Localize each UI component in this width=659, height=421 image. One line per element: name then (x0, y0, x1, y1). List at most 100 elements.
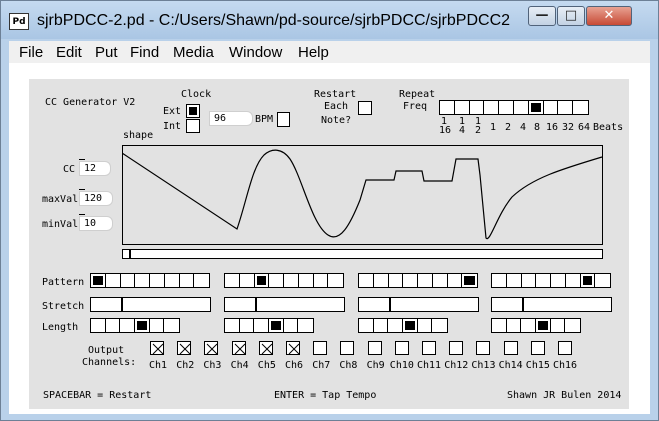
bpm-number-box[interactable]: 96 (209, 111, 253, 126)
length-cell[interactable] (359, 319, 374, 332)
length-cell[interactable] (536, 319, 551, 332)
maxval-number-box[interactable]: 120 (79, 189, 113, 206)
pattern-cell[interactable] (225, 274, 240, 287)
repeat-freq-cell[interactable] (514, 101, 529, 114)
length-radio-4[interactable] (491, 318, 581, 333)
pattern-cell[interactable] (374, 274, 389, 287)
length-cell[interactable] (269, 319, 284, 332)
length-radio-3[interactable] (358, 318, 448, 333)
pattern-cell[interactable] (492, 274, 507, 287)
repeat-freq-cell[interactable] (470, 101, 485, 114)
length-cell[interactable] (374, 319, 389, 332)
pattern-cell[interactable] (165, 274, 180, 287)
repeat-freq-cell[interactable] (558, 101, 574, 114)
length-cell[interactable] (120, 319, 135, 332)
length-cell[interactable] (284, 319, 299, 332)
pattern-radio-2[interactable] (224, 273, 344, 288)
pattern-cell[interactable] (299, 274, 314, 287)
length-cell[interactable] (551, 319, 566, 332)
channel-toggle-8[interactable] (340, 341, 355, 355)
repeat-freq-cell[interactable] (455, 101, 470, 114)
channel-toggle-13[interactable] (476, 341, 491, 355)
stretch-slider-2[interactable] (224, 297, 345, 312)
channel-toggle-14[interactable] (503, 341, 518, 355)
pattern-cell[interactable] (389, 274, 404, 287)
title-bar[interactable]: Pd sjrbPDCC-2.pd - C:/Users/Shawn/pd-sou… (1, 1, 658, 39)
channel-toggle-12[interactable] (449, 341, 464, 355)
length-cell[interactable] (388, 319, 403, 332)
pattern-cell[interactable] (314, 274, 329, 287)
length-radio-2[interactable] (224, 318, 314, 333)
close-button[interactable]: ✕ (586, 6, 632, 26)
repeat-freq-cell[interactable] (544, 101, 559, 114)
menu-edit[interactable]: Edit (56, 44, 82, 61)
length-cell[interactable] (135, 319, 150, 332)
pattern-cell[interactable] (135, 274, 150, 287)
stretch-slider-4[interactable] (491, 297, 612, 312)
pattern-cell[interactable] (507, 274, 522, 287)
length-cell[interactable] (507, 319, 522, 332)
channel-toggle-10[interactable] (394, 341, 409, 355)
repeat-freq-cell[interactable] (529, 101, 544, 114)
pattern-cell[interactable] (551, 274, 566, 287)
restart-each-note-toggle[interactable] (358, 101, 372, 115)
pattern-cell[interactable] (269, 274, 284, 287)
pattern-cell[interactable] (448, 274, 463, 287)
channel-toggle-6[interactable] (286, 341, 300, 355)
menu-window[interactable]: Window (229, 44, 282, 61)
channel-toggle-3[interactable] (204, 341, 219, 355)
length-cell[interactable] (418, 319, 433, 332)
pattern-cell[interactable] (194, 274, 209, 287)
repeat-freq-cell[interactable] (484, 101, 500, 114)
stretch-slider-1[interactable] (90, 297, 211, 312)
length-cell[interactable] (492, 319, 507, 332)
channel-toggle-15[interactable] (530, 341, 545, 355)
length-cell[interactable] (240, 319, 255, 332)
pattern-cell[interactable] (284, 274, 299, 287)
length-cell[interactable] (403, 319, 418, 332)
minval-number-box[interactable]: 10 (79, 214, 113, 231)
pattern-cell[interactable] (433, 274, 448, 287)
menu-find[interactable]: Find (130, 44, 159, 61)
channel-toggle-1[interactable] (150, 341, 164, 355)
pattern-cell[interactable] (240, 274, 255, 287)
menu-file[interactable]: File (19, 44, 43, 61)
pattern-cell[interactable] (522, 274, 537, 287)
shape-array-graph[interactable] (122, 145, 603, 245)
pattern-cell[interactable] (180, 274, 195, 287)
channel-toggle-16[interactable] (558, 341, 572, 355)
length-cell[interactable] (150, 319, 165, 332)
channel-toggle-7[interactable] (313, 341, 328, 355)
length-cell[interactable] (432, 319, 447, 332)
clock-ext-toggle[interactable] (186, 104, 200, 118)
length-cell[interactable] (106, 319, 121, 332)
repeat-freq-cell[interactable] (573, 101, 588, 114)
length-cell[interactable] (225, 319, 240, 332)
pattern-cell[interactable] (150, 274, 165, 287)
length-cell[interactable] (164, 319, 179, 332)
pattern-cell[interactable] (91, 274, 106, 287)
pattern-cell[interactable] (581, 274, 596, 287)
length-cell[interactable] (254, 319, 269, 332)
length-radio-1[interactable] (90, 318, 180, 333)
repeat-freq-cell[interactable] (440, 101, 455, 114)
channel-toggle-9[interactable] (367, 341, 382, 355)
pattern-cell[interactable] (566, 274, 581, 287)
length-cell[interactable] (521, 319, 536, 332)
pattern-cell[interactable] (462, 274, 477, 287)
repeat-freq-cell[interactable] (499, 101, 514, 114)
playback-position-slider[interactable] (122, 249, 603, 259)
menu-media[interactable]: Media (173, 44, 214, 61)
pattern-cell[interactable] (255, 274, 270, 287)
repeat-freq-radio[interactable] (439, 100, 589, 115)
pattern-cell[interactable] (418, 274, 433, 287)
pattern-radio-3[interactable] (358, 273, 478, 288)
channel-toggle-5[interactable] (258, 341, 273, 355)
channel-toggle-4[interactable] (231, 341, 246, 355)
clock-int-toggle[interactable] (186, 119, 200, 133)
pattern-cell[interactable] (403, 274, 418, 287)
menu-put[interactable]: Put (95, 44, 118, 61)
length-cell[interactable] (565, 319, 580, 332)
menu-help[interactable]: Help (298, 44, 329, 61)
minimize-button[interactable]: — (528, 6, 556, 26)
